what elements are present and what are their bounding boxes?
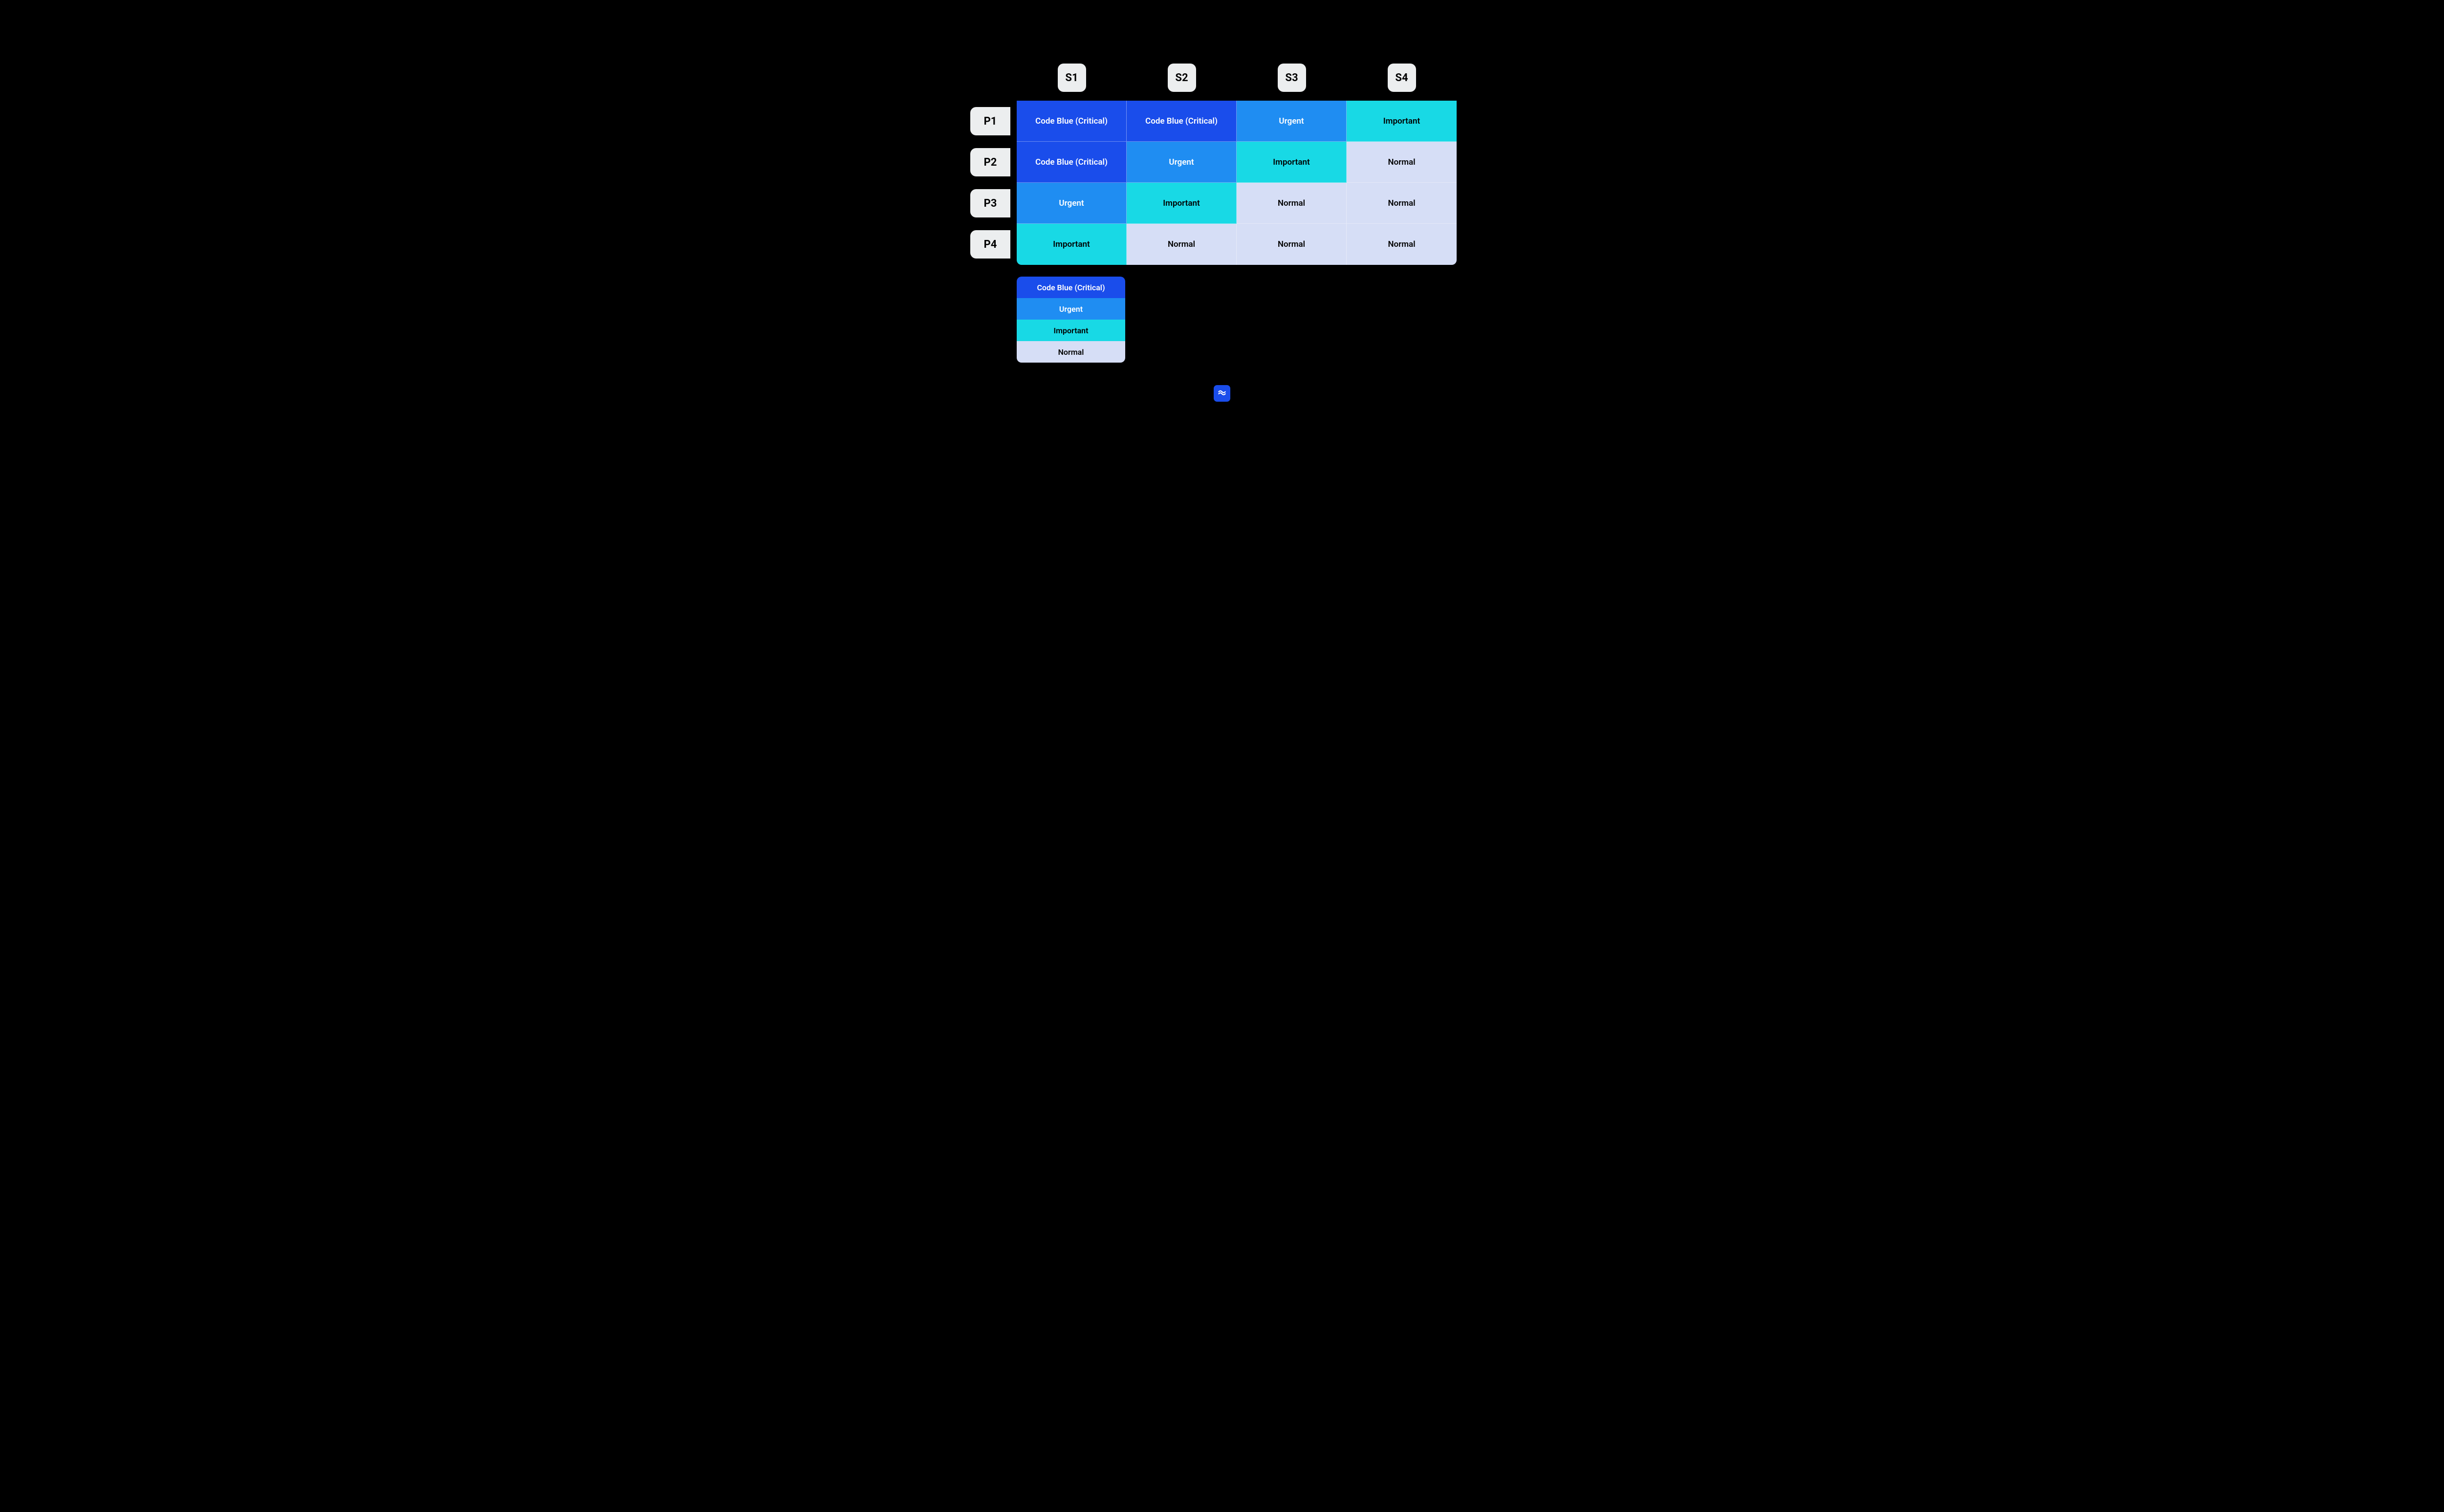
- matrix-cell: Normal: [1237, 224, 1347, 265]
- matrix-cell: Important: [1017, 224, 1127, 265]
- col-header-s2: S2: [1168, 64, 1196, 92]
- matrix-row: P1 Code Blue (Critical) Code Blue (Criti…: [970, 101, 1457, 142]
- matrix-cell: Code Blue (Critical): [1017, 142, 1127, 183]
- col-header-s3: S3: [1278, 64, 1306, 92]
- brand-mark-icon: [1214, 385, 1230, 402]
- matrix-grid: S1 S2 S3 S4 P1 Code Blue (Critical) Code…: [970, 64, 1576, 265]
- matrix-row: P3 Urgent Important Normal Normal: [970, 183, 1457, 224]
- matrix-cell: Important: [1347, 101, 1457, 142]
- legend-item-important: Important: [1017, 320, 1125, 341]
- matrix-cell: Urgent: [1127, 142, 1237, 183]
- matrix-row: P2 Code Blue (Critical) Urgent Important…: [970, 142, 1457, 183]
- matrix-cell: Urgent: [1237, 101, 1347, 142]
- priority-severity-matrix: S1 S2 S3 S4 P1 Code Blue (Critical) Code…: [868, 0, 1576, 431]
- matrix-cell: Normal: [1347, 142, 1457, 183]
- matrix-row: P4 Important Normal Normal Normal: [970, 224, 1457, 265]
- row-header-p3: P3: [970, 189, 1010, 217]
- col-header-s1: S1: [1058, 64, 1086, 92]
- row-header-p1: P1: [970, 107, 1010, 135]
- matrix-cell: Normal: [1347, 224, 1457, 265]
- col-header-s4: S4: [1388, 64, 1416, 92]
- column-headers: S1 S2 S3 S4: [1017, 64, 1457, 92]
- legend-item-critical: Code Blue (Critical): [1017, 277, 1125, 298]
- matrix-cell: Code Blue (Critical): [1127, 101, 1237, 142]
- row-header-p2: P2: [970, 148, 1010, 176]
- matrix-cell: Urgent: [1017, 183, 1127, 224]
- row-header-p4: P4: [970, 230, 1010, 259]
- matrix-cell: Important: [1127, 183, 1237, 224]
- legend: Code Blue (Critical) Urgent Important No…: [1017, 277, 1125, 363]
- legend-item-normal: Normal: [1017, 341, 1125, 363]
- legend-item-urgent: Urgent: [1017, 298, 1125, 320]
- matrix-cell: Important: [1237, 142, 1347, 183]
- matrix-cell: Normal: [1237, 183, 1347, 224]
- matrix-cell: Code Blue (Critical): [1017, 101, 1127, 142]
- matrix-cell: Normal: [1127, 224, 1237, 265]
- matrix-cell: Normal: [1347, 183, 1457, 224]
